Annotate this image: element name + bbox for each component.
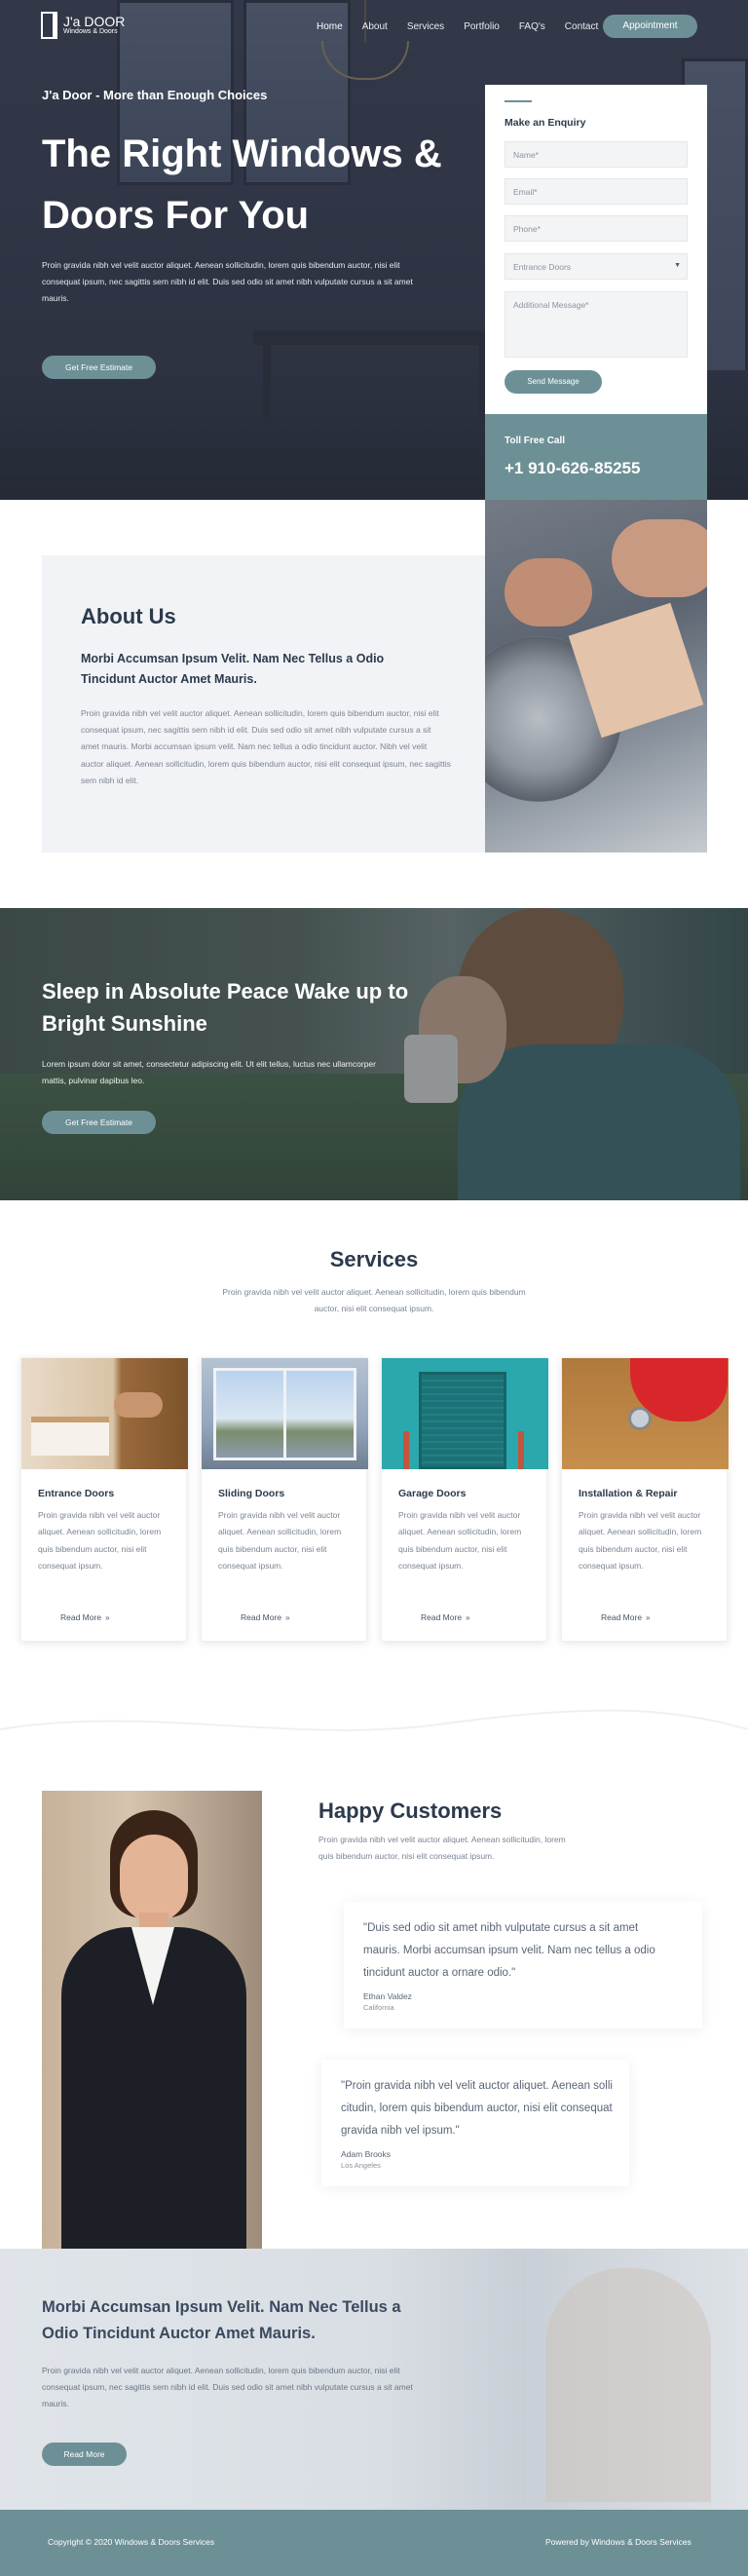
about-title: About Us (81, 604, 176, 628)
testimonial-location: Los Angeles (341, 2161, 381, 2170)
name-field[interactable]: Name* (505, 141, 688, 168)
service-card-title: Sliding Doors (218, 1488, 285, 1499)
read-more-link[interactable]: Read More» (421, 1612, 470, 1622)
chevron-down-icon: ▼ (674, 262, 681, 269)
form-title: Make an Enquiry (505, 117, 586, 129)
hero-kicker: J'a Door - More than Enough Choices (42, 88, 268, 102)
service-card-text: Proin gravida nibh vel velit auctor aliq… (218, 1510, 342, 1572)
read-more-link[interactable]: Read More» (241, 1612, 290, 1622)
read-more-label: Read More (601, 1612, 643, 1622)
brand-tagline: Windows & Doors (63, 28, 118, 35)
send-message-button[interactable]: Send Message (505, 370, 602, 394)
nav-services[interactable]: Services (407, 21, 444, 32)
message-field[interactable]: Additional Message* (505, 291, 688, 358)
testimonial-author: Adam Brooks (341, 2149, 392, 2159)
enquiry-form: Make an Enquiry Name* Email* Phone* Entr… (485, 85, 707, 414)
door-icon (41, 12, 57, 39)
appointment-button[interactable]: Appointment (603, 15, 697, 38)
installation-repair-image (562, 1358, 729, 1469)
toll-free-box: Toll Free Call +1 910-626-85255 (485, 414, 707, 500)
service-select[interactable]: Entrance Doors ▼ (505, 253, 688, 280)
powered-by-text: Powered by Windows & Doors Services (545, 2537, 692, 2547)
read-more-label: Read More (241, 1612, 282, 1622)
section-divider-wave (0, 1709, 748, 1731)
double-chevron-right-icon: » (466, 1613, 470, 1622)
hand-right (612, 519, 707, 597)
about-panel (42, 555, 485, 852)
service-card-entrance[interactable]: Entrance Doors Proin gravida nibh vel ve… (20, 1357, 188, 1642)
banner-title: Morbi Accumsan Ipsum Velit. Nam Nec Tell… (42, 2298, 401, 2342)
phone-field[interactable]: Phone* (505, 215, 688, 242)
nav-home[interactable]: Home (317, 21, 343, 32)
testimonial-location: California (363, 2003, 394, 2012)
get-estimate-button[interactable]: Get Free Estimate (42, 356, 156, 379)
service-card-text: Proin gravida nibh vel velit auctor aliq… (398, 1510, 522, 1572)
brand-logo[interactable]: J'a DOOR Windows & Doors (41, 12, 125, 39)
sleep-banner (0, 908, 748, 1200)
banner-text: Proin gravida nibh vel velit auctor aliq… (42, 2366, 413, 2408)
copyright-text: Copyright © 2020 Windows & Doors Service… (48, 2537, 215, 2547)
service-card-title: Entrance Doors (38, 1488, 115, 1499)
service-card-text: Proin gravida nibh vel velit auctor aliq… (579, 1510, 702, 1572)
sleep-estimate-button[interactable]: Get Free Estimate (42, 1111, 156, 1134)
form-accent-bar (505, 100, 532, 102)
customer-photo (42, 1791, 262, 2249)
service-select-value: Entrance Doors (513, 262, 572, 272)
toll-free-number[interactable]: +1 910-626-85255 (505, 459, 640, 478)
read-more-label: Read More (421, 1612, 463, 1622)
testimonial-text: "Proin gravida nibh vel velit auctor ali… (341, 2080, 613, 2137)
banner-read-more-button[interactable]: Read More (42, 2443, 127, 2466)
about-subtitle: Morbi Accumsan Ipsum Velit. Nam Nec Tell… (81, 652, 385, 686)
customers-title: Happy Customers (318, 1799, 503, 1823)
service-card-text: Proin gravida nibh vel velit auctor aliq… (38, 1510, 162, 1572)
about-text: Proin gravida nibh vel velit auctor aliq… (81, 708, 451, 785)
email-field[interactable]: Email* (505, 178, 688, 205)
customers-text: Proin gravida nibh vel velit auctor aliq… (318, 1835, 566, 1861)
nav-contact[interactable]: Contact (565, 21, 598, 32)
customer-face (120, 1835, 188, 1922)
sliding-doors-image (202, 1358, 368, 1469)
sleep-overlay (0, 908, 748, 1200)
services-text: Proin gravida nibh vel velit auctor aliq… (222, 1287, 526, 1313)
services-title: Services (329, 1247, 419, 1271)
service-card-garage[interactable]: Garage Doors Proin gravida nibh vel veli… (381, 1357, 548, 1642)
hand-left (505, 558, 592, 626)
read-more-link[interactable]: Read More» (601, 1612, 651, 1622)
service-card-title: Installation & Repair (579, 1488, 678, 1499)
service-card-installation[interactable]: Installation & Repair Proin gravida nibh… (561, 1357, 729, 1642)
entrance-doors-image (21, 1358, 188, 1469)
double-chevron-right-icon: » (285, 1613, 290, 1622)
toll-free-label: Toll Free Call (505, 436, 566, 446)
about-image (485, 500, 707, 852)
nav-portfolio[interactable]: Portfolio (464, 21, 500, 32)
testimonial-author: Ethan Valdez (363, 1991, 412, 2001)
nav-about[interactable]: About (362, 21, 388, 32)
double-chevron-right-icon: » (646, 1613, 651, 1622)
testimonial-card: "Proin gravida nibh vel velit auctor ali… (321, 2060, 629, 2186)
testimonial-card: "Duis sed odio sit amet nibh vulputate c… (344, 1902, 702, 2028)
brand-text: J'a DOOR Windows & Doors (63, 15, 125, 36)
service-card-title: Garage Doors (398, 1488, 467, 1499)
testimonial-text: "Duis sed odio sit amet nibh vulputate c… (363, 1922, 655, 1979)
sleep-text: Lorem ipsum dolor sit amet, consectetur … (42, 1059, 376, 1085)
garage-doors-image (382, 1358, 548, 1469)
hero-text: Proin gravida nibh vel velit auctor aliq… (42, 260, 413, 303)
nav-faqs[interactable]: FAQ's (519, 21, 545, 32)
read-more-label: Read More (60, 1612, 102, 1622)
sleep-title: Sleep in Absolute Peace Wake up to Brigh… (42, 979, 409, 1036)
double-chevron-right-icon: » (105, 1613, 110, 1622)
hero-title: The Right Windows & Doors For You (42, 133, 442, 237)
brand-name: J'a DOOR (63, 14, 126, 29)
read-more-link[interactable]: Read More» (60, 1612, 110, 1622)
main-nav: Home About Services Portfolio FAQ's Cont… (317, 21, 598, 32)
service-card-sliding[interactable]: Sliding Doors Proin gravida nibh vel vel… (201, 1357, 368, 1642)
